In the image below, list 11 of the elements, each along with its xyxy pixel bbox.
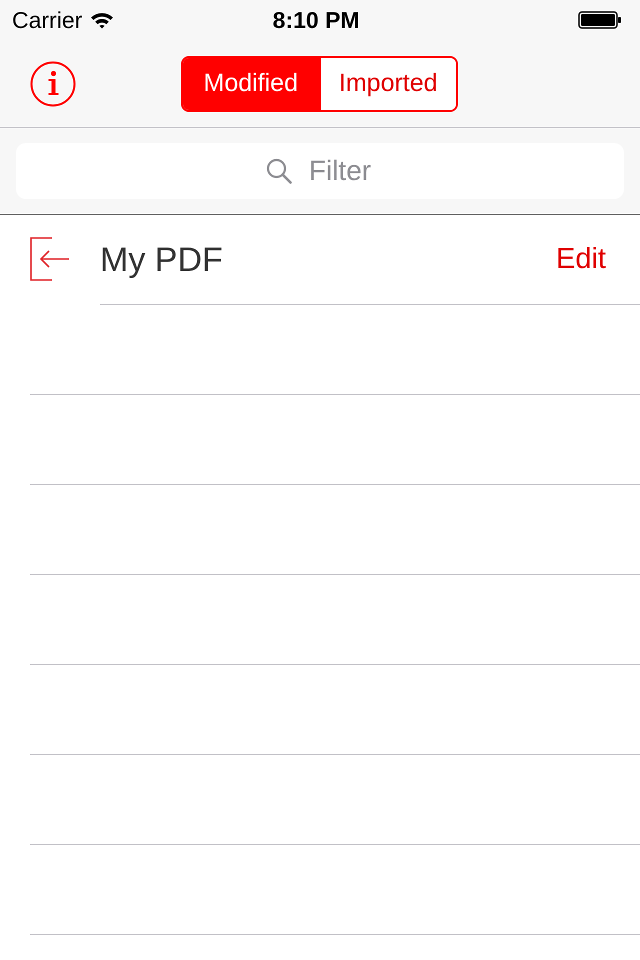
carrier-label: Carrier: [12, 8, 82, 32]
clock-time: 8:10 PM: [272, 8, 360, 32]
info-icon[interactable]: [30, 60, 76, 106]
battery-icon: [578, 11, 622, 29]
segment-tab[interactable]: Modified: [183, 58, 318, 110]
segment-tab[interactable]: Imported: [318, 58, 456, 110]
search-icon: [266, 158, 292, 184]
search-field[interactable]: Filter: [16, 143, 624, 199]
document-title[interactable]: My PDF: [100, 242, 223, 276]
edit-button[interactable]: Edit: [556, 245, 606, 274]
wifi-icon: [90, 11, 114, 29]
